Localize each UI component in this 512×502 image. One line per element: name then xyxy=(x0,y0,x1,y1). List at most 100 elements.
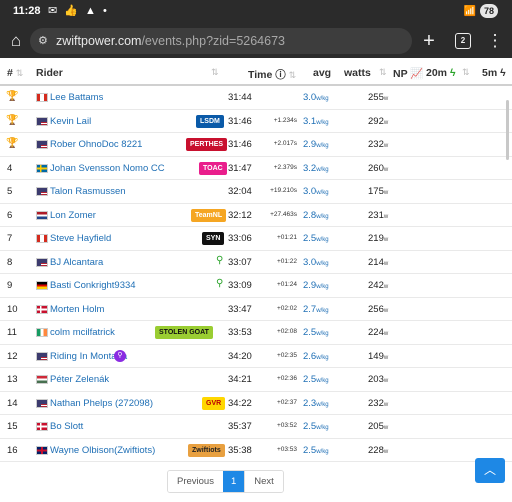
table-row[interactable]: 5 Talon Rasmussen 32:04 +19.210s 3.0w/kg 175w xyxy=(0,180,512,204)
header-watts[interactable]: watts xyxy=(344,67,371,79)
search-icon[interactable]: ⚲ xyxy=(216,278,223,289)
table-row[interactable]: 6 Lon Zomer TeamNL 32:12 +27.463s 2.8w/kg 231w xyxy=(0,204,512,227)
header-20m[interactable]: 20m ϟ xyxy=(426,67,456,79)
position: 9 xyxy=(7,280,13,291)
team-badge[interactable]: SYN xyxy=(202,232,225,245)
position: 8 xyxy=(7,256,13,268)
rider-name-link[interactable]: Lee Battams xyxy=(50,92,103,103)
avg-watts: 232w xyxy=(368,139,389,150)
header-np[interactable]: NP 📈 xyxy=(393,67,423,80)
scrollbar[interactable] xyxy=(506,100,509,160)
position: 15 xyxy=(7,421,18,432)
menu-icon[interactable]: ⋮ xyxy=(484,30,506,52)
team-badge[interactable]: PERTHES xyxy=(186,138,228,151)
next-page-button[interactable]: Next xyxy=(244,471,283,492)
position: 14 xyxy=(7,397,18,409)
time-gap: +02:36 xyxy=(276,375,297,382)
table-row[interactable]: 12 Riding In Montana ⚲ 34:20 +02:35 2.6w/kg 14… xyxy=(0,345,512,368)
site-settings-icon[interactable]: ⚙ xyxy=(38,28,48,54)
finish-time: 33:47 xyxy=(228,303,252,315)
avg-wkg: 2.5w/kg xyxy=(303,444,329,456)
table-row[interactable]: 4 Johan Svensson Nomo CC TOAC 31:47 +2.379s 3… xyxy=(0,157,512,180)
rider-name-link[interactable]: Péter Zelenák xyxy=(50,374,109,385)
table-row[interactable]: 🏆 Lee Battams 31:44 3.0w/kg 255w xyxy=(0,86,512,110)
rider-name-link[interactable]: Bo Slott xyxy=(50,421,83,432)
finish-time: 33:06 xyxy=(228,233,252,244)
time-gap: +02:08 xyxy=(276,328,297,335)
header-rider[interactable]: Rider xyxy=(36,67,63,79)
sort-20m-icon[interactable]: ⇅ xyxy=(462,67,469,78)
table-row[interactable]: 7 Steve Hayfield SYN 33:06 +01:21 2.5w/kg 219w xyxy=(0,227,512,251)
rider-name-link[interactable]: Nathan Phelps (272098) xyxy=(50,398,153,409)
table-row[interactable]: 14 Nathan Phelps (272098) GVR 34:22 +02:37 2.… xyxy=(0,392,512,415)
rider-name-link[interactable]: Talon Rasmussen xyxy=(50,186,126,197)
table-row[interactable]: 9 Basti Conkright9334 ⚲ 33:09 +01:24 2.9w/kg 2… xyxy=(0,274,512,298)
position: 4 xyxy=(7,162,13,174)
url-host: zwiftpower.com xyxy=(56,34,142,48)
avg-watts: 224w xyxy=(368,327,389,338)
table-row[interactable]: 13 Péter Zelenák 34:21 +02:36 2.5w/kg 203w xyxy=(0,368,512,392)
time-gap: +02:35 xyxy=(276,351,297,359)
address-bar[interactable]: ⚙ zwiftpower.com/events.php?zid=5264673 xyxy=(30,28,412,54)
search-icon[interactable]: ⚲ xyxy=(216,255,223,266)
team-badge[interactable]: TeamNL xyxy=(191,208,227,222)
table-row[interactable]: 🏆 Rober OhnoDoc 8221 PERTHES 31:46 +2.017s 2.… xyxy=(0,133,512,157)
table-row[interactable]: 10 Morten Holm 33:47 +02:02 2.7w/kg 256w xyxy=(0,298,512,321)
new-tab-icon[interactable]: + xyxy=(418,30,440,52)
avg-wkg: 2.5w/kg xyxy=(303,421,329,432)
trend-icon: 📈 xyxy=(410,68,424,80)
flag-us-icon xyxy=(36,116,48,126)
flag-us-icon xyxy=(36,257,48,267)
rider-name-link[interactable]: colm mcilfatrick xyxy=(50,327,115,338)
flag-dk-icon xyxy=(36,304,48,314)
results-table-header: # ⇅ Rider ⇅ Time ⓘ ⇅ avg watts ⇅ NP 📈 20… xyxy=(0,58,512,86)
status-bar: 11:28 ✉ 👍 ▲ • 📶 78 xyxy=(0,0,512,24)
flag-se-icon xyxy=(36,163,48,173)
position: 13 xyxy=(7,374,18,385)
team-badge[interactable]: Zwiftiots xyxy=(188,443,225,457)
table-row[interactable]: 🏆 Kevin Lail LSDM 31:46 +1.234s 3.1w/kg 292w xyxy=(0,110,512,133)
avg-wkg: 3.2w/kg xyxy=(303,162,329,174)
position: 12 xyxy=(7,350,18,362)
rider-name-link[interactable]: Morten Holm xyxy=(50,304,104,315)
avg-wkg: 2.9w/kg xyxy=(303,139,329,150)
team-badge[interactable]: LSDM xyxy=(196,114,224,128)
flag-us-icon xyxy=(36,140,48,149)
table-row[interactable]: 15 Bo Slott 35:37 +03:52 2.5w/kg 205w xyxy=(0,415,512,439)
avg-watts: 149w xyxy=(368,350,389,362)
sort-rider-icon[interactable]: ⇅ xyxy=(211,67,218,78)
rider-name-link[interactable]: Rober OhnoDoc 8221 xyxy=(50,139,142,150)
team-badge[interactable]: GVR xyxy=(202,396,226,410)
rider-name-link[interactable]: BJ Alcantara xyxy=(50,257,103,268)
table-row[interactable]: 11 colm mcilfatrick STOLEN GOAT 33:53 +02:08… xyxy=(0,321,512,345)
table-row[interactable]: 8 BJ Alcantara ⚲ 33:07 +01:22 3.0w/kg 214w xyxy=(0,251,512,274)
scroll-to-top-button[interactable]: ︿ xyxy=(475,458,505,483)
team-badge[interactable]: STOLEN GOAT xyxy=(155,326,213,339)
header-pos[interactable]: # ⇅ xyxy=(7,67,23,79)
tab-switcher-button[interactable]: 2 xyxy=(455,33,471,49)
page-1-button[interactable]: 1 xyxy=(222,471,245,492)
rider-name-link[interactable]: Lon Zomer xyxy=(50,210,96,221)
avg-wkg: 3.0w/kg xyxy=(303,92,329,103)
header-avg[interactable]: avg xyxy=(313,67,331,79)
finish-time: 31:46 xyxy=(228,115,252,127)
team-badge[interactable]: TOAC xyxy=(199,161,227,175)
avg-watts: 232w xyxy=(368,397,389,409)
rider-name-link[interactable]: Basti Conkright9334 xyxy=(50,280,136,291)
rider-name-link[interactable]: Johan Svensson Nomo CC xyxy=(50,163,165,174)
time-gap: +19.210s xyxy=(270,187,297,194)
header-5m[interactable]: 5m ϟ xyxy=(482,67,506,79)
finish-time: 31:46 xyxy=(228,139,252,150)
rider-name-link[interactable]: Kevin Lail xyxy=(50,116,91,127)
rider-name-link[interactable]: Wayne Olbison(Zwiftiots) xyxy=(50,445,155,456)
previous-page-button[interactable]: Previous xyxy=(168,471,223,492)
sort-watts-icon[interactable]: ⇅ xyxy=(379,67,386,78)
rider-name-link[interactable]: Steve Hayfield xyxy=(50,233,111,244)
flag-gb-icon xyxy=(36,445,48,455)
avg-watts: 203w xyxy=(368,374,389,385)
header-time[interactable]: Time ⓘ ⇅ xyxy=(248,67,296,82)
avg-watts: 205w xyxy=(368,421,389,432)
home-icon[interactable]: ⌂ xyxy=(5,30,27,52)
position: 6 xyxy=(7,209,13,221)
table-row[interactable]: 16 Wayne Olbison(Zwiftiots) Zwiftiots 35:38… xyxy=(0,439,512,462)
